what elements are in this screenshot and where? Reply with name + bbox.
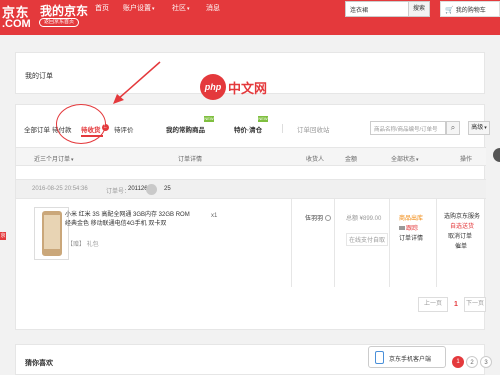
track-label: 跟踪 — [406, 226, 419, 232]
guess-page-3[interactable]: 3 — [480, 356, 492, 368]
phone-image — [42, 211, 62, 256]
pager-next-button[interactable]: 下一页 — [464, 297, 486, 312]
chevron-down-icon: ▾ — [484, 125, 487, 131]
receiver-name: 伍羽羽 — [305, 213, 332, 222]
guess-title: 猜你喜欢 — [25, 360, 53, 367]
php-watermark-logo: php — [200, 74, 226, 100]
th-detail: 订单详情 — [178, 157, 203, 163]
order-detail-link[interactable]: 订单详情 — [399, 233, 423, 242]
status-label: 全部状态 — [391, 157, 416, 163]
annotation-circle — [56, 104, 106, 144]
column-divider — [436, 199, 437, 287]
status-shipped: 商品出库 — [399, 216, 424, 222]
product-name-link[interactable]: 小米 红米 3S 高配全网通 3GB内存 32GB ROM 经典金色 移动联通电… — [65, 211, 195, 229]
order-number[interactable]: 201126 — [128, 186, 148, 192]
receiver-label: 伍羽羽 — [305, 216, 324, 222]
order-amount: 总额 ¥899.00 — [346, 216, 382, 222]
mobile-app-button[interactable]: 京东手机客户端 — [368, 346, 446, 368]
mobile-app-label: 京东手机客户端 — [389, 357, 432, 363]
guess-page-1[interactable]: 1 — [452, 356, 464, 368]
tab-special-clearance[interactable]: 特价·清仓 — [234, 124, 262, 134]
pay-method: 在线支付自取 — [346, 233, 389, 246]
new-tag: NEW — [258, 116, 268, 122]
status-select[interactable]: 全部状态▾ — [391, 154, 419, 163]
quantity: x1 — [211, 213, 218, 219]
pager-current[interactable]: 1 — [454, 297, 458, 312]
truck-icon — [399, 226, 405, 231]
chevron-down-icon: ▾ — [416, 157, 419, 163]
range-label: 近三个月订单 — [34, 157, 71, 163]
tab-common-products[interactable]: 我的常购商品 — [166, 124, 205, 134]
search-icon[interactable]: ⌕ — [446, 121, 460, 135]
gift-label: 【赠】 礼包 — [67, 242, 99, 248]
advanced-label: 高级 — [471, 125, 484, 131]
new-tag: NEW — [204, 116, 214, 122]
pager-prev-button[interactable]: 上一页 — [418, 297, 448, 312]
phone-icon — [375, 351, 384, 364]
order-date: 2016-08-25 20:54:36 — [32, 186, 88, 192]
th-operation: 操作 — [460, 157, 473, 163]
order-number-label: 订单号： — [106, 189, 131, 195]
guess-page-2[interactable]: 2 — [466, 356, 478, 368]
php-watermark-text: 中文网 — [228, 81, 268, 96]
urge-order-link[interactable]: 催单 — [455, 241, 467, 250]
orders-table-header: 近三个月订单▾ 订单详情 收货人 金额 全部状态▾ 操作 — [16, 147, 486, 166]
service-link[interactable]: 选购京东服务 — [444, 211, 480, 220]
column-divider — [291, 199, 292, 287]
column-divider — [334, 199, 335, 287]
th-amount: 金额 — [345, 157, 358, 163]
user-icon — [325, 215, 332, 222]
product-image[interactable] — [34, 207, 69, 260]
track-link[interactable]: 跟踪 — [399, 223, 418, 232]
cancel-order-link[interactable]: 取消订单 — [448, 231, 472, 240]
order-header-row: 2016-08-25 20:54:36 订单号： 201126 25 — [16, 179, 486, 199]
th-receiver: 收货人 — [306, 157, 325, 163]
range-select[interactable]: 近三个月订单▾ — [34, 154, 74, 163]
side-scroll-marker[interactable] — [493, 148, 500, 162]
tab-pending-eval[interactable]: 待评价 — [114, 124, 134, 134]
tab-all-orders[interactable]: 全部订单 — [24, 124, 50, 134]
self-pickup-link[interactable]: 自选送货 — [450, 221, 474, 230]
column-divider — [389, 199, 390, 287]
chevron-down-icon: ▾ — [71, 157, 74, 163]
tab-recycle-bin[interactable]: 订单回收站 — [297, 124, 330, 134]
redaction-dot — [146, 184, 157, 195]
order-number-tail: 25 — [164, 186, 171, 192]
tab-divider — [282, 124, 283, 133]
advanced-search-button[interactable]: 高级▾ — [468, 121, 490, 135]
order-search-input[interactable]: 商品名称/商品编号/订单号 — [370, 121, 446, 135]
